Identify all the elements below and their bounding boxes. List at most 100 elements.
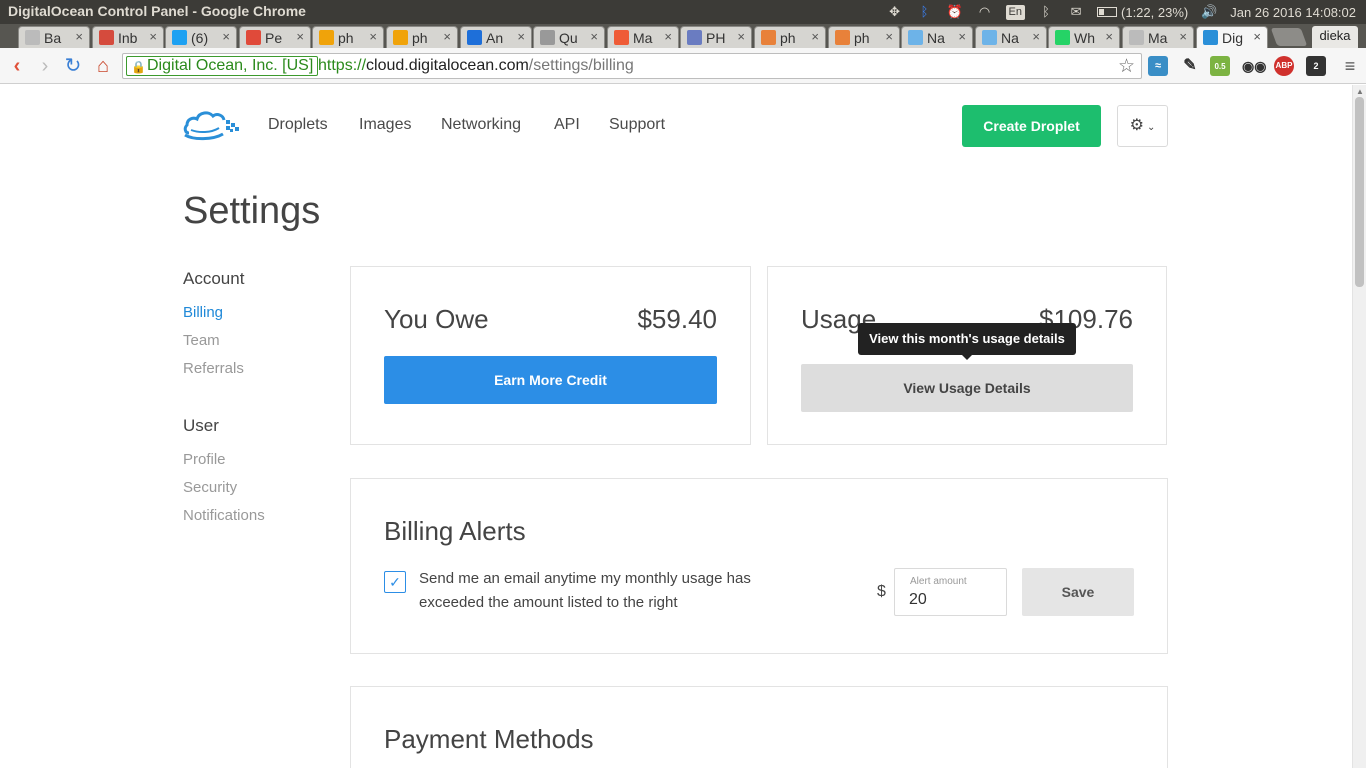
tab-close-icon[interactable]: × <box>149 29 157 44</box>
tab-close-icon[interactable]: × <box>1105 29 1113 44</box>
browser-tab[interactable]: Ma × <box>1122 26 1194 48</box>
browser-tab[interactable]: ph × <box>754 26 826 48</box>
tab-close-icon[interactable]: × <box>885 29 893 44</box>
incognito-mask-icon[interactable]: ◉◉ <box>1242 56 1266 76</box>
sidebar-item-billing[interactable]: Billing <box>183 304 223 321</box>
bluetooth-status-icon[interactable]: ᛒ <box>1037 4 1055 20</box>
sidebar-heading-account: Account <box>183 269 245 288</box>
home-button[interactable]: ⌂ <box>92 56 114 78</box>
plus-icon <box>614 30 629 45</box>
nav-support[interactable]: Support <box>609 116 665 134</box>
browser-tab[interactable]: ph × <box>386 26 458 48</box>
sidebar-item-security[interactable]: Security <box>183 479 237 496</box>
create-droplet-button[interactable]: Create Droplet <box>962 105 1101 147</box>
tab-close-icon[interactable]: × <box>1032 29 1040 44</box>
lock-icon: 🔒 <box>131 60 146 74</box>
wifi-icon[interactable]: ◠ <box>976 4 994 20</box>
adblock-plus-icon[interactable]: ABP <box>1274 56 1294 76</box>
bookmark-star-icon[interactable]: ☆ <box>1118 55 1135 78</box>
tab-close-icon[interactable]: × <box>222 29 230 44</box>
sidebar-item-profile[interactable]: Profile <box>183 451 226 468</box>
profile-button[interactable]: dieka <box>1312 26 1358 48</box>
alert-amount-field[interactable]: Alert amount 20 <box>894 568 1007 616</box>
browser-tab[interactable]: Qu × <box>533 26 605 48</box>
tab-close-icon[interactable]: × <box>590 29 598 44</box>
save-button[interactable]: Save <box>1022 568 1134 616</box>
ev-certificate-badge[interactable]: 🔒 Digital Ocean, Inc. [US] <box>126 56 319 76</box>
browser-tab[interactable]: Na × <box>901 26 973 48</box>
browser-tab[interactable]: ph × <box>828 26 900 48</box>
tab-close-icon[interactable]: × <box>517 29 525 44</box>
keyboard-layout-indicator[interactable]: En <box>1005 4 1026 20</box>
address-bar[interactable]: 🔒 Digital Ocean, Inc. [US] https://cloud… <box>122 53 1142 79</box>
scroll-up-arrow-icon[interactable]: ▲ <box>1356 87 1364 96</box>
bluetooth-icon[interactable]: ᛒ <box>916 4 934 20</box>
new-tab-button[interactable] <box>1270 28 1308 46</box>
view-usage-details-button[interactable]: View Usage Details <box>801 364 1133 412</box>
tab-title: Ma <box>633 30 653 46</box>
tab-close-icon[interactable]: × <box>737 29 745 44</box>
browser-tab[interactable]: An × <box>460 26 532 48</box>
clock[interactable]: Jan 26 2016 14:08:02 <box>1230 5 1356 20</box>
settings-menu-button[interactable]: ⚙ ⌄ <box>1117 105 1168 147</box>
color-extension-icon[interactable]: 0.5 <box>1210 56 1230 76</box>
alert-amount-value[interactable]: 20 <box>909 591 927 609</box>
tab-title: PH <box>706 30 726 46</box>
nav-api[interactable]: API <box>554 116 580 134</box>
whatsapp-icon <box>1055 30 1070 45</box>
music-icon <box>908 30 923 45</box>
chrome-menu-icon[interactable]: ≡ <box>1339 56 1361 78</box>
billing-alert-checkbox[interactable]: ✓ <box>384 571 406 593</box>
browser-toolbar: ‹ › ↻ ⌂ 🔒 Digital Ocean, Inc. [US] https… <box>0 48 1366 84</box>
tab-close-icon[interactable]: × <box>1253 29 1261 44</box>
reload-button[interactable]: ↻ <box>62 56 84 78</box>
nav-networking[interactable]: Networking <box>441 116 521 134</box>
earn-more-credit-button[interactable]: Earn More Credit <box>384 356 717 404</box>
tab-close-icon[interactable]: × <box>958 29 966 44</box>
eyedropper-icon[interactable]: ✎ <box>1180 56 1200 76</box>
ghost-extension-icon[interactable]: 2 <box>1306 56 1326 76</box>
browser-tab[interactable]: Dig × <box>1196 26 1268 48</box>
tab-close-icon[interactable]: × <box>443 29 451 44</box>
alarm-clock-icon[interactable]: ⏰ <box>946 4 964 20</box>
tab-close-icon[interactable]: × <box>811 29 819 44</box>
system-tray: ✥ ᛒ ⏰ ◠ En ᛒ ✉ (1:22, 23%) 🔊 Jan 26 2016… <box>886 0 1356 24</box>
browser-tab[interactable]: Na × <box>975 26 1047 48</box>
forward-button[interactable]: › <box>34 56 56 78</box>
sidebar-item-referrals[interactable]: Referrals <box>183 360 244 377</box>
phpmyadmin-icon <box>319 30 334 45</box>
tab-title: Inb <box>118 30 138 46</box>
browser-tab[interactable]: ph × <box>312 26 384 48</box>
battery-indicator[interactable]: (1:22, 23%) <box>1097 5 1188 20</box>
browser-tab[interactable]: Ma × <box>607 26 679 48</box>
tab-close-icon[interactable]: × <box>296 29 304 44</box>
scrollbar-thumb[interactable] <box>1355 97 1364 287</box>
volume-icon[interactable]: 🔊 <box>1200 4 1218 20</box>
nav-droplets[interactable]: Droplets <box>268 116 328 134</box>
browser-tab[interactable]: Ba × <box>18 26 90 48</box>
url-text[interactable]: https://cloud.digitalocean.com/settings/… <box>318 57 634 75</box>
browser-tab[interactable]: (6) × <box>165 26 237 48</box>
sidebar-item-team[interactable]: Team <box>183 332 220 349</box>
dropbox-icon[interactable]: ✥ <box>886 4 904 20</box>
tab-close-icon[interactable]: × <box>1179 29 1187 44</box>
page-scrollbar[interactable]: ▲ <box>1352 85 1366 768</box>
tab-close-icon[interactable]: × <box>369 29 377 44</box>
tab-title: Dig <box>1222 30 1244 46</box>
digitalocean-logo-icon[interactable] <box>183 107 241 141</box>
tab-title: Qu <box>559 30 578 46</box>
back-button[interactable]: ‹ <box>6 56 28 78</box>
php-icon <box>687 30 702 45</box>
tab-close-icon[interactable]: × <box>75 29 83 44</box>
browser-tab[interactable]: PH × <box>680 26 752 48</box>
mail-icon[interactable]: ✉ <box>1067 4 1085 20</box>
checkmark-icon: ✓ <box>389 574 401 590</box>
nav-images[interactable]: Images <box>359 116 411 134</box>
sidebar-item-notifications[interactable]: Notifications <box>183 507 265 524</box>
gauge-icon <box>246 30 261 45</box>
browser-tab[interactable]: Pe × <box>239 26 311 48</box>
tab-close-icon[interactable]: × <box>664 29 672 44</box>
browser-tab[interactable]: Wh × <box>1048 26 1120 48</box>
browser-tab[interactable]: Inb × <box>92 26 164 48</box>
extension-wave-icon[interactable]: ≈ <box>1148 56 1168 76</box>
